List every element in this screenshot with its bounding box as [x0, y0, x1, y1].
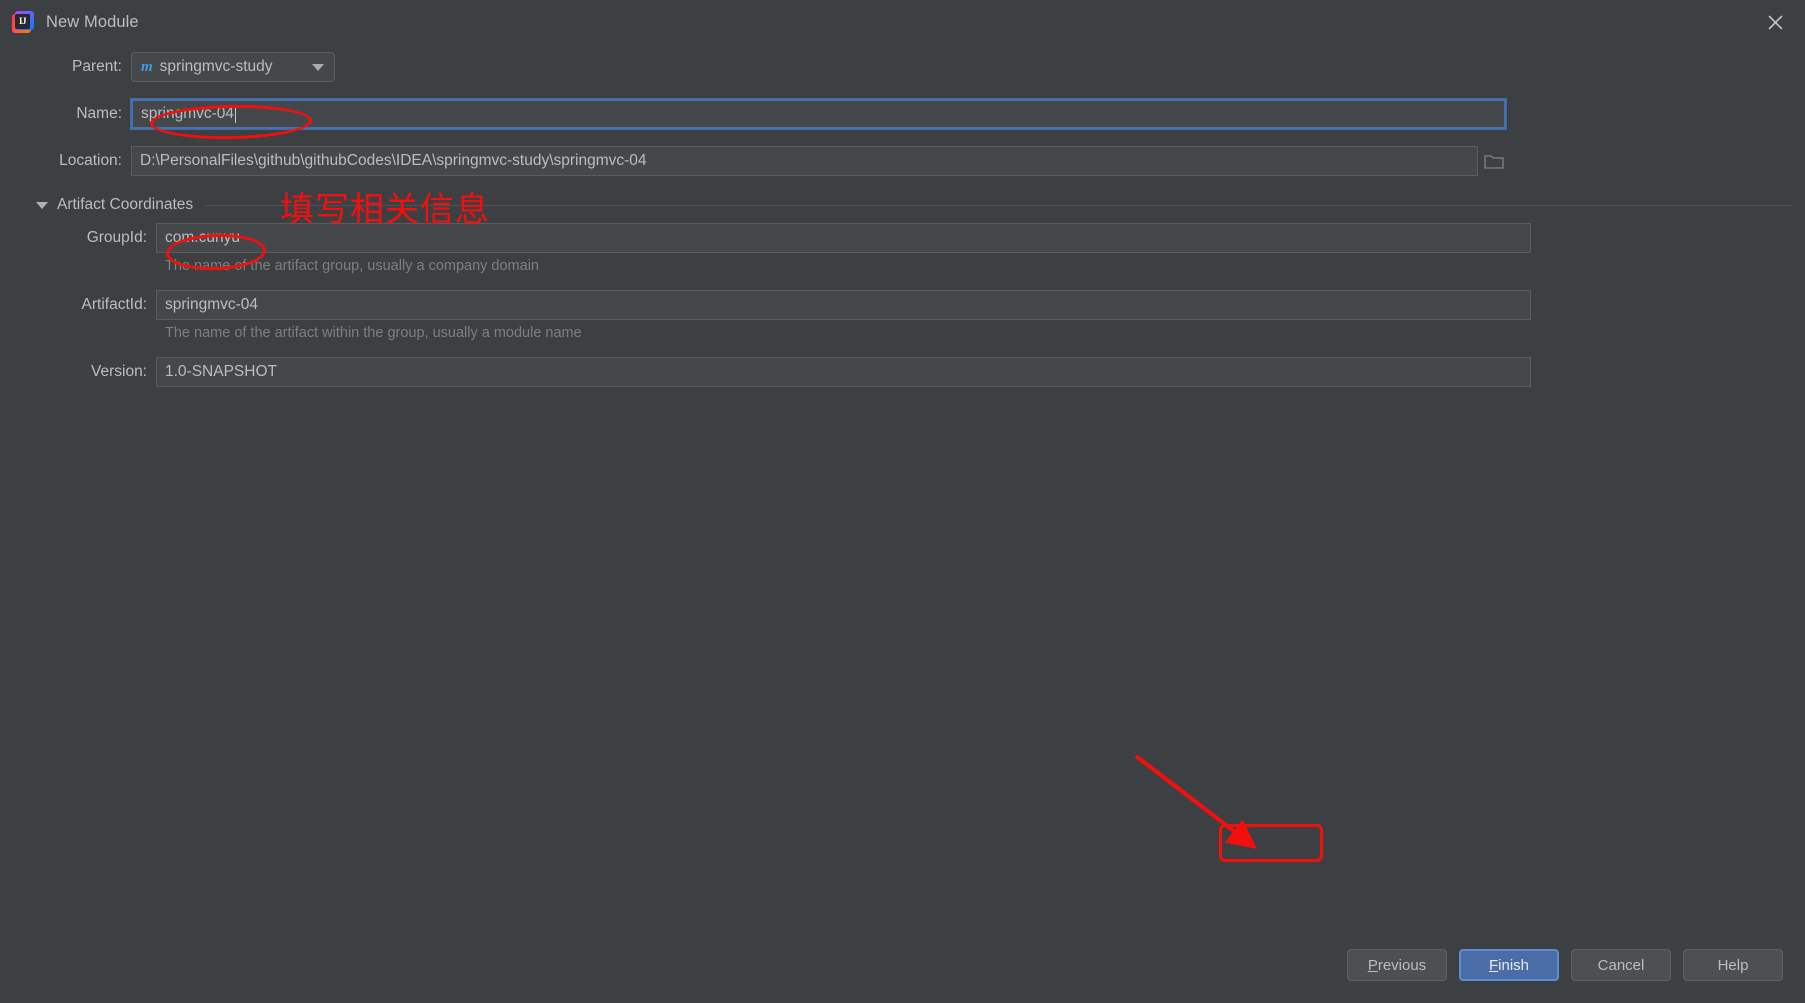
parent-row: Parent: m springmvc-study [0, 52, 1805, 82]
groupid-hint: The name of the artifact group, usually … [165, 258, 539, 274]
artifactid-row: ArtifactId: springmvc-04 [0, 290, 1805, 320]
finish-mnemonic: F [1488, 956, 1499, 974]
version-label: Version: [90, 363, 147, 380]
chevron-down-icon[interactable] [312, 63, 324, 71]
maven-module-icon: m [141, 58, 153, 75]
dialog-title-bar: IJ New Module [0, 0, 1805, 44]
previous-button[interactable]: Previous [1347, 949, 1447, 981]
app-icon-letters: IJ [18, 16, 27, 26]
folder-icon[interactable] [1480, 146, 1508, 176]
finish-label-rest: inish [1498, 956, 1530, 974]
text-cursor [235, 105, 237, 123]
red-arrow-annotation [1134, 754, 1257, 849]
parent-selected-value: springmvc-study [159, 58, 273, 75]
name-label: Name: [76, 105, 122, 122]
location-input[interactable]: D:\PersonalFiles\github\githubCodes\IDEA… [131, 146, 1478, 176]
finish-button[interactable]: Finish [1459, 949, 1559, 981]
artifact-coordinates-header[interactable]: Artifact Coordinates [0, 193, 1805, 217]
help-button[interactable]: Help [1683, 949, 1783, 981]
red-box-finish-annotation [1219, 824, 1323, 862]
version-row: Version: 1.0-SNAPSHOT [0, 357, 1805, 387]
parent-combobox[interactable]: m springmvc-study [131, 52, 335, 82]
name-input-value: springmvc-04 [141, 105, 235, 122]
version-input[interactable]: 1.0-SNAPSHOT [156, 357, 1531, 387]
artifactid-hint: The name of the artifact within the grou… [165, 325, 582, 341]
artifact-coordinates-title: Artifact Coordinates [57, 196, 194, 213]
dialog-button-bar: Previous Finish Cancel Help [1347, 949, 1783, 981]
section-divider [204, 204, 1793, 206]
previous-label-rest: revious [1377, 956, 1427, 974]
new-module-dialog: IJ New Module Parent: m springmvc-study … [0, 0, 1805, 1003]
groupid-label: GroupId: [86, 229, 147, 246]
intellij-idea-icon: IJ [12, 11, 34, 33]
close-icon[interactable] [1761, 8, 1789, 36]
artifactid-input[interactable]: springmvc-04 [156, 290, 1531, 320]
groupid-row: GroupId: com.cunyu [0, 223, 1805, 253]
name-row: Name: springmvc-04 [0, 98, 1805, 130]
dialog-title: New Module [46, 12, 139, 31]
location-row: Location: D:\PersonalFiles\github\github… [0, 146, 1805, 176]
cancel-button[interactable]: Cancel [1571, 949, 1671, 981]
name-input[interactable]: springmvc-04 [130, 98, 1507, 130]
triangle-down-icon[interactable] [36, 201, 48, 209]
groupid-input[interactable]: com.cunyu [156, 223, 1531, 253]
artifactid-label: ArtifactId: [81, 296, 147, 313]
parent-label: Parent: [72, 58, 122, 75]
previous-mnemonic: P [1367, 956, 1378, 974]
module-form: Parent: m springmvc-study Name: springmv… [0, 52, 1805, 391]
location-label: Location: [59, 152, 122, 169]
